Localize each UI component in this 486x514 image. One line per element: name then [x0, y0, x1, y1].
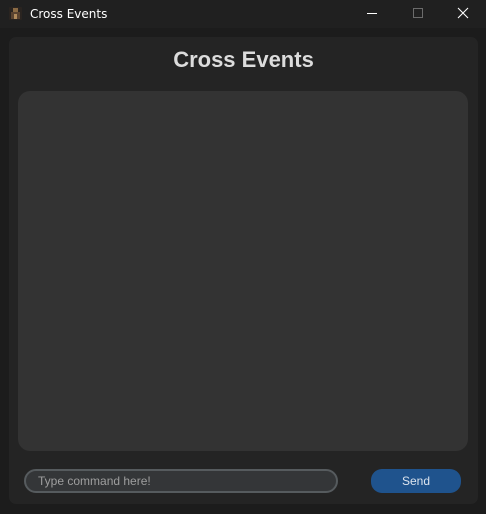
send-button[interactable]: Send [371, 469, 461, 493]
output-textbox[interactable] [18, 91, 468, 451]
close-icon [457, 7, 469, 19]
minimize-icon [367, 13, 377, 14]
minimize-button[interactable] [349, 0, 395, 28]
command-input[interactable] [24, 469, 338, 493]
app-icon [9, 7, 22, 20]
app-window: Cross Events Cross Events Send [0, 0, 486, 514]
maximize-button[interactable] [395, 0, 441, 28]
main-panel: Cross Events Send [9, 37, 478, 504]
window-title: Cross Events [30, 7, 108, 21]
page-title: Cross Events [173, 47, 314, 72]
maximize-icon [413, 8, 423, 18]
close-button[interactable] [440, 0, 486, 28]
title-bar[interactable]: Cross Events [0, 0, 486, 28]
